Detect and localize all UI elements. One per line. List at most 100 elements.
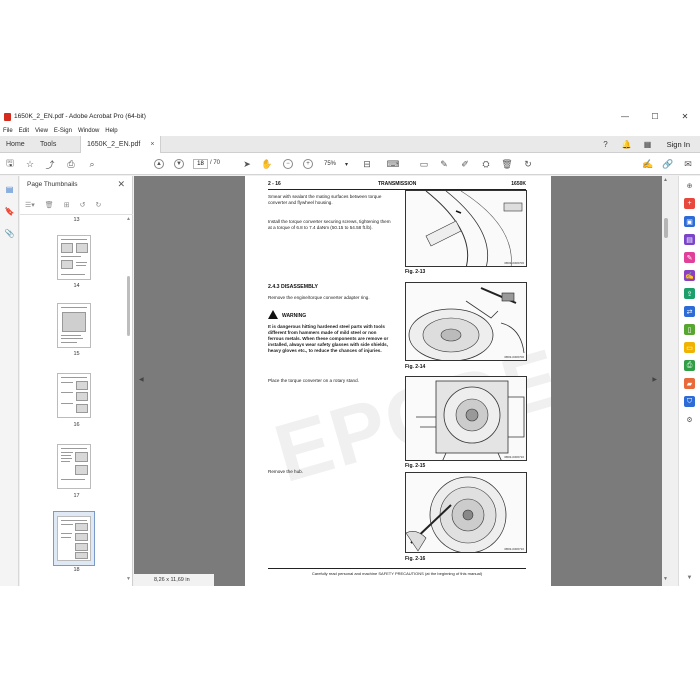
bookmarks-icon[interactable]: 🔖 [4, 206, 15, 217]
scan-ocr-icon[interactable]: ▯ [684, 324, 695, 335]
document-viewport[interactable]: ◀ ▶ EPCDEPOT.COM 2 - 16 TRANSMISSION 165… [134, 176, 662, 586]
maximize-button[interactable]: ☐ [644, 108, 666, 125]
thumbnail-page-number: 13 [73, 217, 80, 223]
figure-2-13-illustration [425, 191, 523, 266]
scroll-up-icon[interactable]: ▲ [126, 216, 131, 222]
export-pdf-icon[interactable]: ⇪ [684, 288, 695, 299]
combine-files-icon[interactable]: ▣ [684, 216, 695, 227]
next-page-icon[interactable]: ▼ [174, 159, 184, 169]
menu-esign[interactable]: E-Sign [54, 128, 72, 134]
menu-file[interactable]: File [3, 128, 13, 134]
previous-page-icon[interactable]: ▲ [154, 159, 164, 169]
zoom-tool-icon[interactable]: ⊕ [684, 180, 695, 191]
minimize-button[interactable]: — [614, 108, 636, 125]
organize-pages-icon[interactable]: ▤ [684, 234, 695, 245]
help-icon[interactable]: ? [600, 139, 611, 150]
email-icon[interactable]: ✉ [682, 158, 694, 170]
redact-icon[interactable]: ▰ [684, 378, 695, 389]
close-tab-icon[interactable]: × [150, 141, 154, 148]
bookmark-star-icon[interactable]: ☆ [24, 158, 36, 170]
tab-document[interactable]: 1650K_2_EN.pdf × [80, 136, 162, 153]
tab-home[interactable]: Home [0, 136, 31, 153]
thumbnail-page-14[interactable] [57, 235, 91, 280]
menu-help[interactable]: Help [105, 128, 117, 134]
more-tools-icon[interactable]: ⚙ [684, 414, 695, 425]
footer-rule [268, 568, 526, 569]
thumbnail-insert-icon[interactable]: ⊞ [64, 201, 70, 209]
zoom-in-icon[interactable]: + [303, 159, 313, 169]
collapse-tools-icon[interactable]: ▼ [684, 572, 695, 583]
options-menu-icon[interactable]: ☰▾ [25, 201, 35, 209]
share-link-icon[interactable]: 🔗 [662, 158, 674, 170]
thumbnail-delete-icon[interactable]: 🗑 [45, 201, 54, 209]
thumbnail-page-15[interactable] [57, 303, 91, 348]
menu-view[interactable]: View [35, 128, 48, 134]
tab-tools[interactable]: Tools [34, 136, 62, 153]
thumbnail-page-number: 17 [73, 493, 80, 499]
comment-icon[interactable]: ▭ [418, 158, 430, 170]
figure-caption: Fig. 2-14 [405, 364, 426, 370]
stamp-icon[interactable]: ⛭ [480, 158, 492, 170]
thumbnail-scrollbar-thumb[interactable] [127, 276, 130, 336]
create-pdf-icon[interactable]: + [684, 198, 695, 209]
thumbnail-page-18[interactable] [57, 516, 91, 561]
paragraph-rotary-stand: Place the torque converter on a rotary s… [268, 378, 359, 383]
tab-home-label: Home [6, 141, 25, 148]
zoom-select[interactable]: 75% ▾ [322, 159, 350, 169]
figure-code: 0B03-0306710 [504, 455, 524, 459]
upload-cloud-icon[interactable]: ⤴ [44, 158, 56, 170]
figure-caption: Fig. 2-13 [405, 269, 426, 275]
menu-bar: File Edit View E-Sign Window Help [0, 125, 700, 136]
menu-window[interactable]: Window [78, 128, 99, 134]
send-for-review-icon[interactable]: ⇄ [684, 306, 695, 317]
paragraph-remove-hub: Remove the hub. [268, 469, 303, 474]
bell-icon[interactable]: 🔔 [621, 139, 632, 150]
document-scrollbar-thumb[interactable] [664, 218, 668, 238]
save-icon[interactable]: 🖫 [4, 158, 16, 170]
window-title: 1650K_2_EN.pdf - Adobe Acrobat Pro (64-b… [14, 113, 146, 120]
close-window-button[interactable]: ✕ [674, 108, 696, 125]
apps-grid-icon[interactable]: ▦ [642, 139, 653, 150]
scroll-down-icon[interactable]: ▼ [126, 576, 131, 582]
thumbnail-page-16[interactable] [57, 373, 91, 418]
close-panel-icon[interactable]: ✕ [117, 179, 125, 190]
keyboard-icon[interactable]: ⌨ [387, 158, 400, 170]
figure-2-14: 0B03-0306706 [405, 282, 527, 361]
select-cursor-icon[interactable]: ➤ [241, 158, 253, 170]
draw-icon[interactable]: ✐ [459, 158, 471, 170]
attachments-icon[interactable]: 📎 [4, 228, 15, 239]
collapse-left-panel-icon[interactable]: ◀ [139, 376, 144, 383]
fill-and-sign-icon[interactable]: ✍ [684, 270, 695, 281]
scroll-up-icon[interactable]: ▲ [663, 177, 668, 183]
comment-tool-icon[interactable]: ▭ [684, 342, 695, 353]
tab-bar: Home Tools 1650K_2_EN.pdf × ? 🔔 ▦ Sign I… [0, 136, 700, 153]
edit-pdf-icon[interactable]: ✎ [684, 252, 695, 263]
warning-text: It is dangerous hitting hardened steel p… [268, 324, 389, 353]
highlight-pen-icon[interactable]: ✎ [438, 158, 450, 170]
page-thumbnails-panel: Page Thumbnails ✕ ☰▾ 🗑 ⊞ ↺ ↻ 13 14 15 16… [20, 176, 133, 586]
delete-icon[interactable]: 🗑 [501, 158, 513, 170]
thumbnail-page-17[interactable] [57, 444, 91, 489]
panel-divider [20, 214, 133, 215]
page-number-input[interactable]: 18 [193, 159, 208, 169]
tab-document-label: 1650K_2_EN.pdf [87, 141, 141, 148]
page-layout-icon[interactable]: ⊟ [361, 158, 373, 170]
hand-tool-icon[interactable]: ✋ [261, 158, 273, 170]
protect-icon[interactable]: ⛉ [684, 396, 695, 407]
thumbnail-scrollbar[interactable]: ▲ ▼ [125, 216, 132, 586]
print-production-icon[interactable]: ⎙ [684, 360, 695, 371]
scroll-down-icon[interactable]: ▼ [663, 576, 668, 582]
zoom-out-icon[interactable]: − [283, 159, 293, 169]
rotate-right-icon[interactable]: ↻ [95, 201, 101, 209]
page-thumbnails-icon[interactable]: ▤ [4, 184, 15, 195]
sign-in-button[interactable]: Sign In [667, 136, 690, 153]
document-scrollbar[interactable]: ▲ ▼ [662, 176, 670, 586]
rotate-icon[interactable]: ↻ [522, 158, 534, 170]
figure-2-16-illustration [406, 476, 507, 552]
menu-edit[interactable]: Edit [19, 128, 29, 134]
rotate-left-icon[interactable]: ↺ [80, 201, 86, 209]
fill-sign-icon[interactable]: ✍ [642, 158, 654, 170]
expand-right-panel-icon[interactable]: ▶ [652, 376, 657, 383]
print-icon[interactable]: ⎙ [65, 158, 77, 170]
search-icon[interactable]: ⌕ [86, 158, 98, 170]
